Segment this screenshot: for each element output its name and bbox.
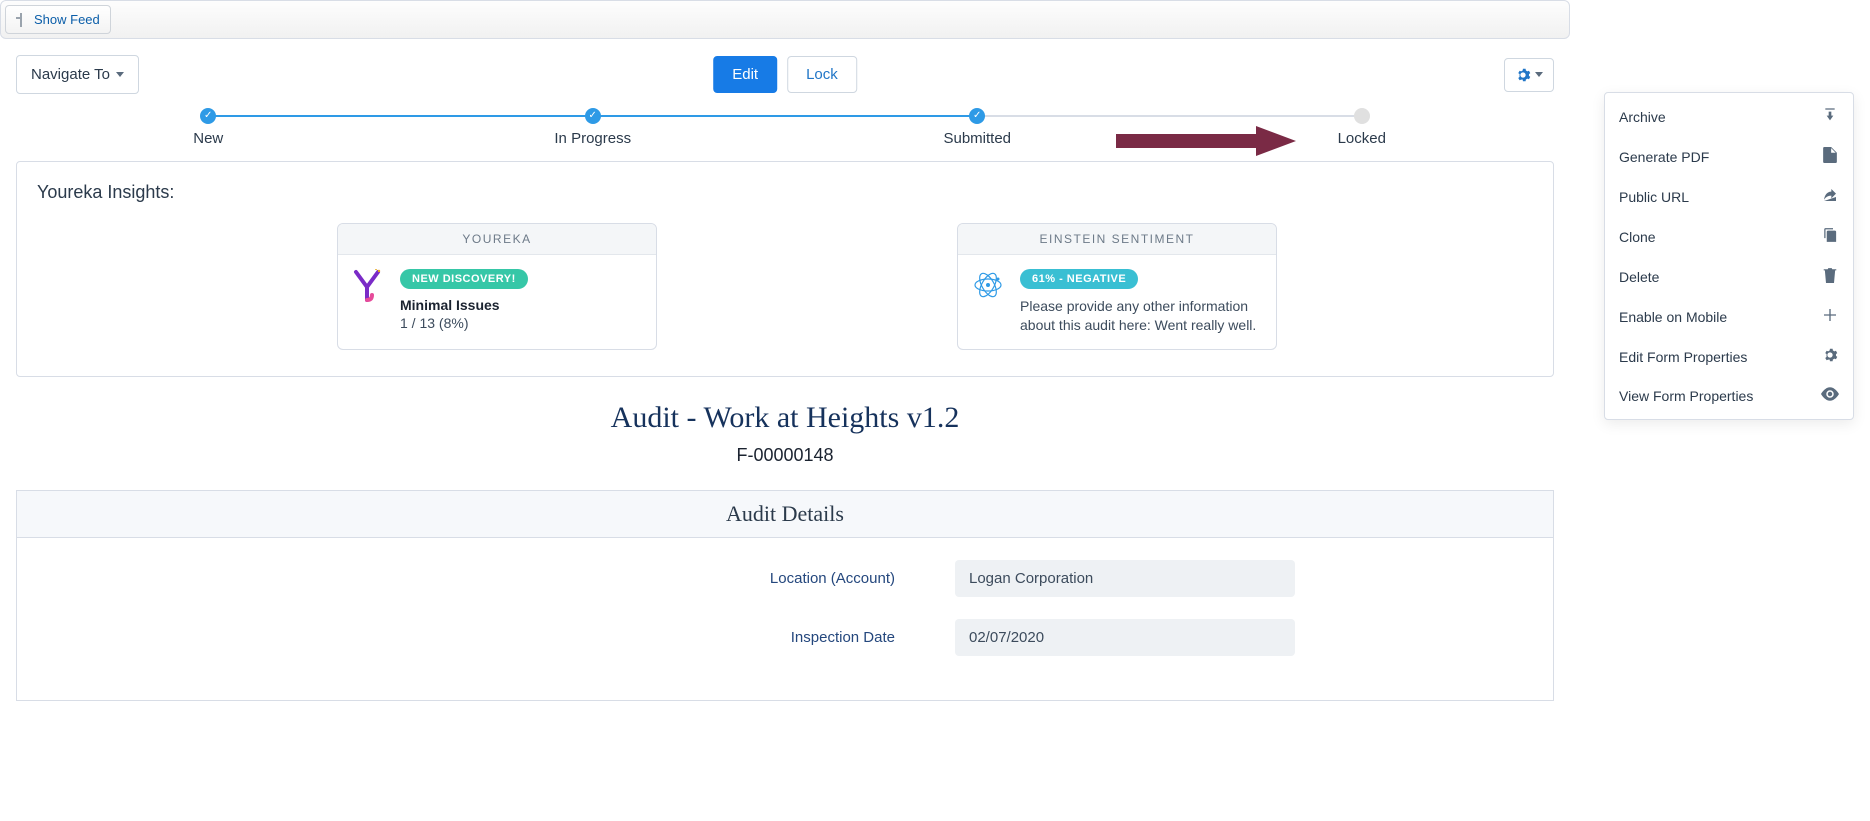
audit-details-header: Audit Details xyxy=(17,491,1553,538)
field-value: 02/07/2020 xyxy=(955,619,1295,656)
eye-icon xyxy=(1821,387,1839,405)
menu-item-label: Archive xyxy=(1619,109,1666,125)
sentiment-pill: 61% - NEGATIVE xyxy=(1020,269,1138,289)
gear-icon xyxy=(1515,67,1531,83)
field-value: Logan Corporation xyxy=(955,560,1295,597)
navigate-to-label: Navigate To xyxy=(31,66,110,83)
settings-dropdown-menu: Archive Generate PDF Public URL Clone Delete… xyxy=(1604,92,1854,420)
audit-details-section: Audit Details Location (Account) Logan Co… xyxy=(16,490,1554,701)
discovery-pill: NEW DISCOVERY! xyxy=(400,269,528,289)
path-dot-icon xyxy=(585,108,601,124)
chevron-down-icon xyxy=(1535,72,1543,77)
menu-item-edit-form-properties[interactable]: Edit Form Properties xyxy=(1605,337,1853,377)
path-step-label: New xyxy=(16,130,401,147)
lock-button[interactable]: Lock xyxy=(787,56,857,93)
menu-item-view-form-properties[interactable]: View Form Properties xyxy=(1605,377,1853,415)
path-step-new[interactable]: New xyxy=(16,108,401,147)
page-title: Audit - Work at Heights v1.2 xyxy=(0,401,1570,435)
field-label: Location (Account) xyxy=(275,570,895,587)
menu-item-label: Clone xyxy=(1619,229,1656,245)
menu-item-label: View Form Properties xyxy=(1619,388,1753,404)
share-icon xyxy=(1821,187,1839,207)
menu-item-delete[interactable]: Delete xyxy=(1605,257,1853,297)
youreka-logo-icon xyxy=(352,269,386,331)
edit-button[interactable]: Edit xyxy=(713,56,777,93)
menu-item-label: Generate PDF xyxy=(1619,149,1709,165)
path-dot-icon xyxy=(1354,108,1370,124)
menu-item-label: Delete xyxy=(1619,269,1659,285)
menu-item-archive[interactable]: Archive xyxy=(1605,97,1853,137)
form-title-area: Audit - Work at Heights v1.2 F-00000148 xyxy=(0,401,1570,466)
file-icon xyxy=(1821,147,1839,167)
action-row: Navigate To Edit Lock xyxy=(0,39,1570,104)
youreka-insight-title: Minimal Issues xyxy=(400,297,528,313)
gear-icon xyxy=(1821,347,1839,367)
einstein-insight-box: EINSTEIN SENTIMENT 61% - NEGATIVE Please… xyxy=(957,223,1277,350)
einstein-insight-header: EINSTEIN SENTIMENT xyxy=(958,224,1276,255)
path-dot-icon xyxy=(200,108,216,124)
menu-item-clone[interactable]: Clone xyxy=(1605,217,1853,257)
navigate-to-dropdown[interactable]: Navigate To xyxy=(16,55,139,94)
path-step-submitted[interactable]: Submitted xyxy=(785,108,1170,147)
menu-item-label: Public URL xyxy=(1619,189,1689,205)
center-actions: Edit Lock xyxy=(713,56,857,93)
show-feed-label: Show Feed xyxy=(34,12,100,27)
menu-item-generate-pdf[interactable]: Generate PDF xyxy=(1605,137,1853,177)
path-connector xyxy=(977,115,1362,117)
path-step-label: Submitted xyxy=(785,130,1170,147)
youreka-insight-box: YOUREKA NEW DISCOVERY! Minimal Issues 1 … xyxy=(337,223,657,350)
path-connector xyxy=(593,115,978,117)
show-feed-button[interactable]: Show Feed xyxy=(5,5,111,34)
menu-item-public-url[interactable]: Public URL xyxy=(1605,177,1853,217)
insights-card: Youreka Insights: YOUREKA NEW DISCOVERY!… xyxy=(16,161,1554,377)
path-step-label: In Progress xyxy=(401,130,786,147)
menu-item-enable-on-mobile[interactable]: Enable on Mobile xyxy=(1605,297,1853,337)
copy-icon xyxy=(1821,227,1839,247)
path-dot-icon xyxy=(969,108,985,124)
menu-item-label: Edit Form Properties xyxy=(1619,349,1747,365)
trash-icon xyxy=(1821,267,1839,287)
feed-icon xyxy=(14,13,28,27)
menu-item-label: Enable on Mobile xyxy=(1619,309,1727,325)
top-bar: Show Feed xyxy=(0,0,1570,39)
path-connector xyxy=(208,115,593,117)
form-id: F-00000148 xyxy=(0,445,1570,466)
youreka-insight-metric: 1 / 13 (8%) xyxy=(400,315,528,331)
path-step-in-progress[interactable]: In Progress xyxy=(401,108,786,147)
field-label: Inspection Date xyxy=(275,629,895,646)
plus-icon xyxy=(1821,307,1839,327)
einstein-insight-text: Please provide any other information abo… xyxy=(1020,297,1262,335)
chevron-down-icon xyxy=(116,72,124,77)
annotation-arrow xyxy=(1116,126,1296,156)
youreka-insight-header: YOUREKA xyxy=(338,224,656,255)
status-path: NewIn ProgressSubmittedLocked xyxy=(0,108,1570,161)
settings-dropdown-button[interactable] xyxy=(1504,58,1554,92)
einstein-atom-icon xyxy=(972,269,1006,335)
insights-title: Youreka Insights: xyxy=(37,182,1533,203)
download-icon xyxy=(1821,107,1839,127)
